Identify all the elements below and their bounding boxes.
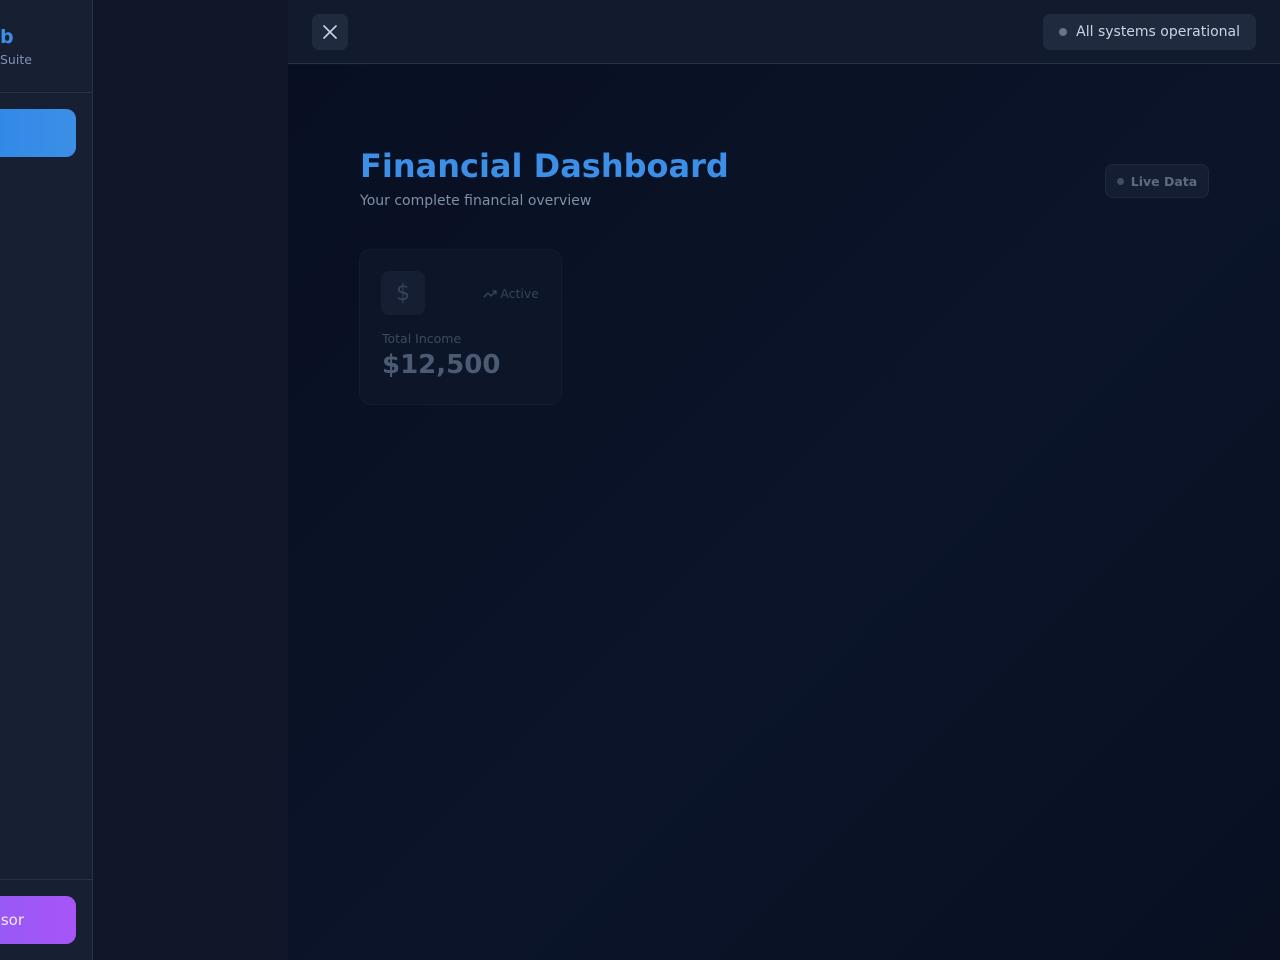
- advisor-button[interactable]: sor: [0, 896, 76, 944]
- live-dot-icon: [1116, 177, 1124, 185]
- system-status-badge: All systems operational: [1043, 14, 1256, 50]
- sidebar-divider: [0, 879, 92, 880]
- trending-up-icon: [483, 289, 498, 298]
- side-panel: [93, 0, 288, 960]
- live-data-badge: Live Data: [1105, 164, 1209, 198]
- total-income-card[interactable]: $ Active Total Income $12,500: [359, 249, 562, 405]
- system-status-text: All systems operational: [1076, 24, 1240, 40]
- main-content: Financial Dashboard Your complete financ…: [288, 65, 1280, 960]
- sidebar: b Suite sor: [0, 0, 93, 960]
- sidebar-divider: [0, 92, 92, 93]
- brand-subtitle: Suite: [0, 52, 32, 67]
- close-icon: [323, 25, 337, 39]
- stat-trend: Active: [483, 286, 539, 301]
- live-data-label: Live Data: [1130, 173, 1198, 189]
- status-dot-icon: [1059, 28, 1068, 36]
- top-bar: All systems operational: [288, 0, 1280, 64]
- page-subtitle: Your complete financial overview: [360, 193, 592, 209]
- stat-label: Total Income: [382, 331, 462, 346]
- page-title: Financial Dashboard: [360, 147, 729, 185]
- stat-value: $12,500: [382, 350, 501, 380]
- brand-title: b: [0, 26, 14, 48]
- sidebar-item-active[interactable]: [0, 109, 76, 157]
- dollar-icon: $: [381, 271, 425, 315]
- close-button[interactable]: [312, 14, 348, 50]
- stat-trend-label: Active: [500, 286, 539, 301]
- advisor-button-label: sor: [0, 911, 24, 929]
